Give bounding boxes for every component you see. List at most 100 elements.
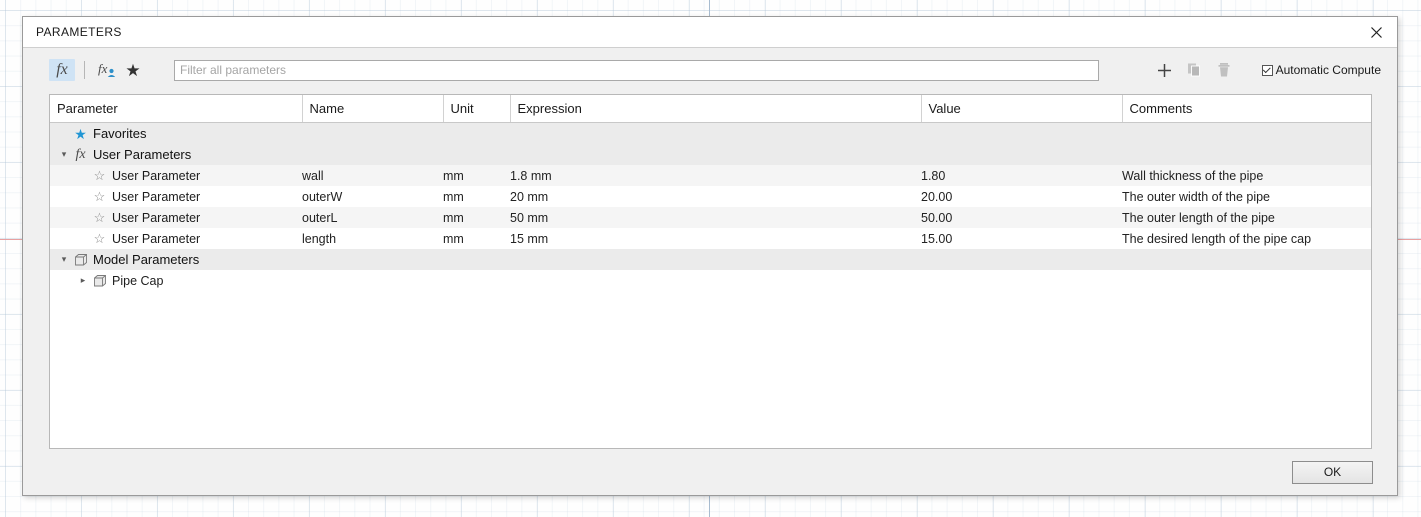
star-icon-outline[interactable]: ☆	[94, 190, 106, 203]
cell-value	[921, 122, 1122, 144]
column-header-parameter[interactable]: Parameter	[50, 95, 303, 123]
cell-name: outerL	[302, 207, 443, 228]
star-icon-outline[interactable]: ☆	[94, 169, 106, 182]
cell-unit	[443, 144, 510, 165]
table-group-row[interactable]: ▾ fx User Parameters	[50, 144, 1371, 165]
close-icon[interactable]	[1363, 20, 1389, 44]
column-header-value[interactable]: Value	[921, 95, 1123, 123]
ok-button[interactable]: OK	[1292, 460, 1373, 484]
checkbox-icon	[1261, 64, 1273, 76]
automatic-compute-toggle[interactable]: Automatic Compute	[1261, 63, 1381, 77]
toolbar-right-group: Automatic Compute	[1150, 58, 1381, 82]
cell-parameter: ☆ User Parameter	[50, 207, 302, 228]
cell-unit: mm	[443, 207, 510, 228]
table-row[interactable]: ☆ User Parameter outerL mm 50 mm 50.00 The out…	[50, 207, 1371, 228]
table-row[interactable]: ☆ User Parameter length mm 15 mm 15.00 The des…	[50, 228, 1371, 249]
cell-expression: 20 mm	[510, 186, 921, 207]
row-label: Pipe Cap	[112, 273, 164, 288]
column-header-expression[interactable]: Expression	[510, 95, 922, 123]
cell-expression	[510, 249, 921, 270]
dialog-titlebar: PARAMETERS	[23, 17, 1397, 48]
table-group-row[interactable]: ★ Favorites	[50, 122, 1371, 144]
trash-icon[interactable]	[1210, 58, 1240, 82]
row-type-icon: ★	[71, 127, 90, 141]
parameters-table: Parameter Name Unit Expression Value Com…	[50, 95, 1371, 291]
row-label: User Parameters	[93, 147, 192, 162]
row-type-icon: ☆	[90, 211, 109, 224]
star-glyph: ★	[125, 60, 141, 80]
cell-comments: The outer length of the pipe	[1122, 207, 1371, 228]
table-row[interactable]: ☆ User Parameter outerW mm 20 mm 20.00 The out…	[50, 186, 1371, 207]
cell-name: outerW	[302, 186, 443, 207]
row-label: User Parameter	[112, 168, 201, 183]
cell-comments: The desired length of the pipe cap	[1122, 228, 1371, 249]
table-row[interactable]: ▸ Pipe Cap	[50, 270, 1371, 291]
cell-unit: mm	[443, 165, 510, 186]
cell-value: 50.00	[921, 207, 1122, 228]
star-icon[interactable]: ★	[120, 59, 146, 81]
row-type-icon	[71, 253, 90, 267]
row-type-icon: fx	[71, 146, 90, 162]
cell-name	[302, 122, 443, 144]
cell-expression: 50 mm	[510, 207, 921, 228]
table-header-row: Parameter Name Unit Expression Value Com…	[50, 95, 1371, 123]
fx-icon: fx	[75, 146, 86, 162]
cell-parameter: ▾ fx User Parameters	[50, 144, 302, 165]
star-icon-filled: ★	[74, 125, 87, 142]
row-label: User Parameter	[112, 210, 201, 225]
cell-value	[921, 270, 1122, 291]
cell-expression	[510, 122, 921, 144]
automatic-compute-label: Automatic Compute	[1275, 63, 1381, 77]
row-label: Favorites	[93, 126, 147, 141]
cell-comments: Wall thickness of the pipe	[1122, 165, 1371, 186]
fx-glyph: fx	[56, 61, 68, 78]
fx-icon[interactable]: fx	[49, 59, 75, 81]
cell-value: 20.00	[921, 186, 1122, 207]
cell-expression: 15 mm	[510, 228, 921, 249]
column-header-name[interactable]: Name	[302, 95, 444, 123]
chevron-down-icon[interactable]: ▾	[57, 149, 71, 160]
cell-comments	[1122, 270, 1371, 291]
cell-parameter: ▾ Model Parameters	[50, 249, 302, 270]
cell-parameter: ▸ Pipe Cap	[50, 270, 302, 291]
cell-name	[302, 270, 443, 291]
cube-icon	[93, 274, 106, 286]
cell-parameter: ★ Favorites	[50, 122, 302, 144]
toolbar-divider	[84, 61, 85, 79]
cell-expression	[510, 270, 921, 291]
cube-icon	[74, 253, 87, 265]
chevron-right-icon[interactable]: ▸	[76, 275, 90, 286]
cell-unit	[443, 122, 510, 144]
parameters-table-container[interactable]: Parameter Name Unit Expression Value Com…	[49, 94, 1372, 449]
row-label: Model Parameters	[93, 252, 200, 267]
star-icon-outline[interactable]: ☆	[94, 211, 106, 224]
column-header-unit[interactable]: Unit	[443, 95, 511, 123]
cell-expression: 1.8 mm	[510, 165, 921, 186]
plus-icon[interactable]	[1150, 58, 1180, 82]
svg-text:fx: fx	[98, 61, 108, 76]
cell-name: length	[302, 228, 443, 249]
cell-value: 15.00	[921, 228, 1122, 249]
table-body: ★ Favorites ▾ fx User Parameters ☆ User Parame…	[50, 122, 1371, 291]
fx-user-icon[interactable]: fx	[94, 59, 120, 81]
column-header-comments[interactable]: Comments	[1122, 95, 1371, 123]
cell-parameter: ☆ User Parameter	[50, 186, 302, 207]
cell-comments: The outer width of the pipe	[1122, 186, 1371, 207]
parameters-dialog: PARAMETERS fx fx ★ Filter all parameters…	[22, 16, 1398, 496]
search-input[interactable]	[174, 59, 1099, 81]
row-type-icon: ☆	[90, 232, 109, 245]
cell-parameter: ☆ User Parameter	[50, 165, 302, 186]
cell-value	[921, 249, 1122, 270]
row-type-icon	[90, 274, 109, 288]
row-label: User Parameter	[112, 231, 201, 246]
row-type-icon: ☆	[90, 190, 109, 203]
cell-unit: mm	[443, 186, 510, 207]
table-group-row[interactable]: ▾ Model Parameters	[50, 249, 1371, 270]
cell-comments	[1122, 249, 1371, 270]
copy-icon[interactable]	[1180, 58, 1210, 82]
table-row[interactable]: ☆ User Parameter wall mm 1.8 mm 1.80 Wall thic…	[50, 165, 1371, 186]
star-icon-outline[interactable]: ☆	[94, 232, 106, 245]
cell-name	[302, 249, 443, 270]
dialog-toolbar: fx fx ★ Filter all parameters Automatic …	[23, 48, 1397, 92]
chevron-down-icon[interactable]: ▾	[57, 254, 71, 265]
